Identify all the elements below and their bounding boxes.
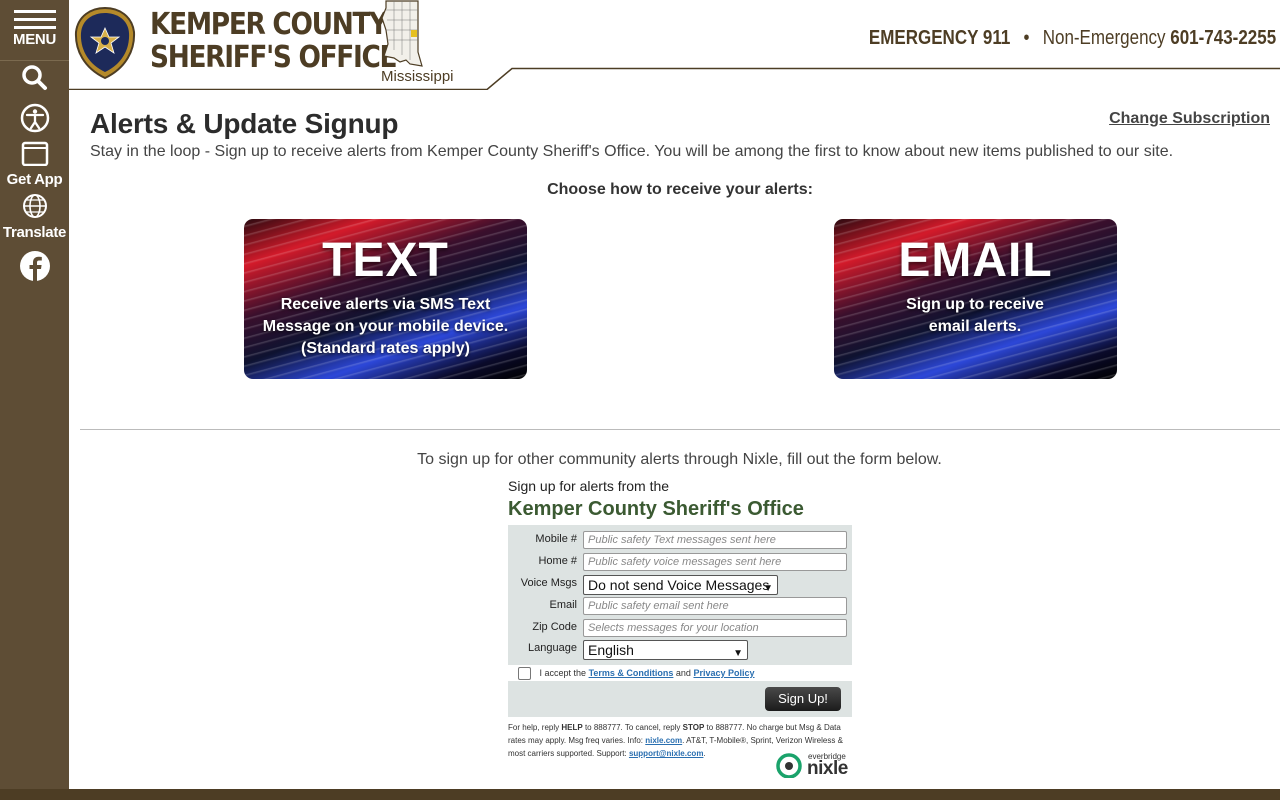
site-title[interactable]: KEMPER COUNTY SHERIFF'S OFFICE — [150, 7, 398, 75]
accessibility-button[interactable] — [0, 101, 69, 135]
hamburger-icon-bar — [14, 26, 56, 29]
search-icon — [22, 65, 47, 90]
separator: • — [1023, 27, 1030, 49]
accept-checkbox[interactable] — [518, 667, 531, 680]
footer-band — [0, 789, 1280, 800]
support-email-link[interactable]: support@nixle.com — [629, 749, 703, 758]
nixle-ring-icon — [776, 753, 802, 778]
accept-text: I accept the — [539, 667, 587, 678]
footer-text-1: For help, reply — [508, 723, 560, 732]
signup-form: Mobile # Public safety Text messages sen… — [508, 525, 852, 665]
button-bar: Sign Up! — [508, 681, 852, 717]
mobile-row: Mobile # Public safety Text messages sen… — [508, 531, 852, 551]
sheriff-badge-logo[interactable] — [74, 6, 136, 80]
mobile-input[interactable]: Public safety Text messages sent here — [583, 531, 847, 549]
page-title: Alerts & Update Signup — [90, 108, 399, 139]
language-row: Language English ▼ — [508, 640, 852, 660]
mississippi-map — [380, 0, 426, 68]
and-text: and — [675, 667, 691, 678]
footer-text-5: . — [703, 749, 706, 758]
chevron-down-icon: ▼ — [733, 648, 743, 659]
choose-heading: Choose how to receive your alerts: — [547, 181, 813, 198]
text-alerts-card[interactable]: TEXT Receive alerts via SMS Text Message… — [244, 219, 527, 379]
get-app-button[interactable]: Get App — [0, 140, 69, 188]
phone-icon — [21, 141, 49, 167]
emergency-label: EMERGENCY 911 — [868, 27, 1011, 49]
mobile-label: Mobile # — [535, 533, 577, 545]
voice-select[interactable]: Do not send Voice Messages ▼ — [583, 575, 778, 595]
language-select-value: English — [588, 642, 634, 658]
sign-up-button[interactable]: Sign Up! — [765, 687, 841, 711]
nixle-wordmark: nixle — [807, 758, 848, 779]
phone-numbers: EMERGENCY 911 • Non-Emergency 601-743-22… — [869, 27, 1276, 50]
facebook-link[interactable] — [0, 250, 69, 282]
stop-keyword: STOP — [682, 723, 705, 732]
voice-row: Voice Msgs Do not send Voice Messages ▼ — [508, 575, 852, 595]
hamburger-icon-bar — [14, 18, 56, 21]
non-emergency-label: Non-Emergency — [1042, 27, 1166, 49]
menu-button[interactable]: MENU — [0, 0, 69, 60]
privacy-link[interactable]: Privacy Policy — [693, 668, 754, 678]
nixle-signup-widget: Sign up for alerts from the Kemper Count… — [508, 478, 853, 779]
voice-label: Voice Msgs — [520, 577, 577, 589]
language-label: Language — [528, 642, 577, 654]
text-card-title: TEXT — [322, 234, 449, 287]
divider — [80, 429, 1280, 430]
state-name: Mississippi — [381, 68, 454, 85]
intro-text: Stay in the loop - Sign up to receive al… — [90, 143, 1174, 160]
email-label: Email — [549, 599, 577, 611]
translate-button[interactable]: Translate — [0, 193, 69, 241]
header: KEMPER COUNTY SHERIFF'S OFFICE Mississip… — [69, 0, 1280, 90]
non-emergency-number[interactable]: 601-743-2255 — [1170, 27, 1276, 49]
voice-select-value: Do not send Voice Messages — [588, 577, 770, 593]
email-alerts-card[interactable]: EMAIL Sign up to receive email alerts. — [834, 219, 1117, 379]
home-row: Home # Public safety voice messages sent… — [508, 553, 852, 573]
translate-label: Translate — [2, 224, 67, 241]
menu-label: MENU — [13, 31, 56, 48]
zip-label: Zip Code — [532, 621, 577, 633]
zip-input[interactable]: Selects messages for your location — [583, 619, 847, 637]
email-card-title: EMAIL — [898, 234, 1053, 287]
help-keyword: HELP — [561, 723, 583, 732]
widget-pretext: Sign up for alerts from the — [508, 478, 670, 494]
state-map-icon — [381, 0, 423, 67]
email-input[interactable]: Public safety email sent here — [583, 597, 847, 615]
text-card-description: Receive alerts via SMS Text Message on y… — [262, 296, 509, 357]
chevron-down-icon: ▼ — [763, 583, 773, 594]
badge-icon — [74, 6, 136, 80]
site-title-line2: SHERIFF'S OFFICE — [150, 40, 398, 75]
nixle-info-link[interactable]: nixle.com — [645, 736, 682, 745]
widget-org-name: Kemper County Sheriff's Office — [508, 498, 804, 520]
search-button[interactable] — [0, 60, 69, 92]
language-select[interactable]: English ▼ — [583, 640, 748, 660]
sidebar: MENU Get App Translate — [0, 0, 69, 800]
home-label: Home # — [538, 555, 577, 567]
email-card-description: Sign up to receive email alerts. — [906, 296, 1044, 335]
nixle-intro-text: To sign up for other community alerts th… — [417, 451, 942, 468]
home-input[interactable]: Public safety voice messages sent here — [583, 553, 847, 571]
change-subscription-link[interactable]: Change Subscription — [1109, 110, 1270, 128]
terms-link[interactable]: Terms & Conditions — [589, 668, 674, 678]
site-title-line1: KEMPER COUNTY — [150, 7, 388, 42]
zip-row: Zip Code Selects messages for your locat… — [508, 619, 852, 639]
email-row: Email Public safety email sent here — [508, 597, 852, 617]
accessibility-icon — [20, 103, 50, 133]
footer-text-2: to 888777. To cancel, reply — [584, 723, 681, 732]
nixle-logo[interactable]: everbridge nixle — [775, 752, 853, 779]
hamburger-icon — [14, 10, 56, 13]
accept-terms: I accept the Terms & Conditions and Priv… — [518, 667, 755, 680]
facebook-icon — [20, 251, 50, 281]
